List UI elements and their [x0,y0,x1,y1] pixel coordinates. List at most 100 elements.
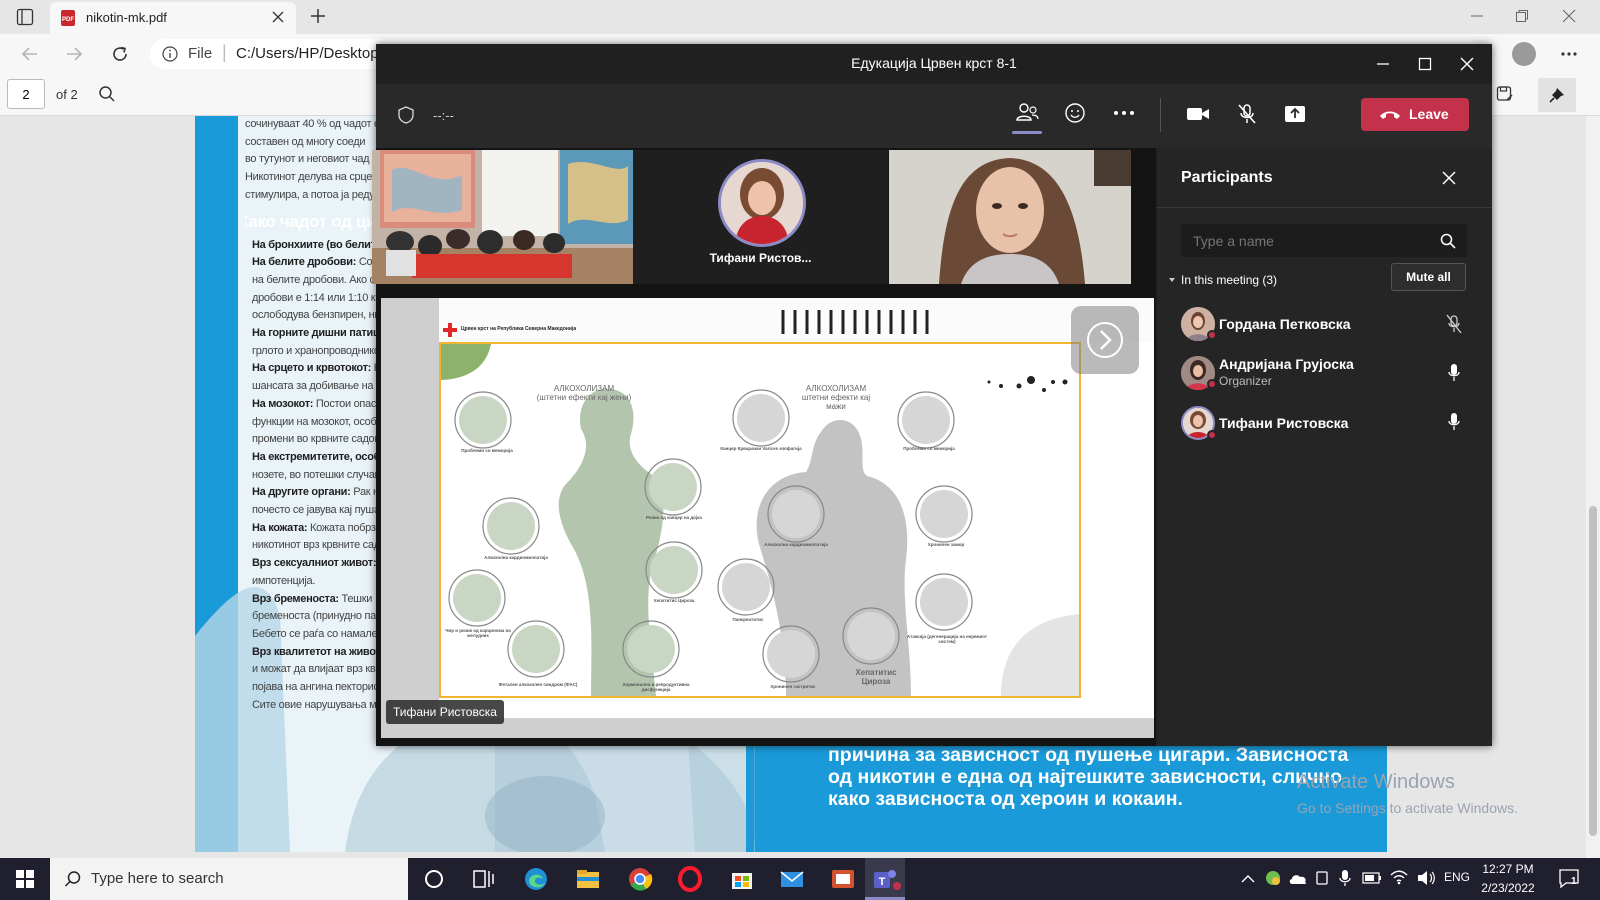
mail-icon[interactable] [779,866,805,892]
scrollbar-thumb[interactable] [1589,506,1597,836]
edge-icon[interactable] [523,866,549,892]
slide-tally-marks [781,310,929,334]
slide-label-right: Проблеми со меморија [903,446,955,451]
teams-close-icon[interactable] [1460,57,1474,71]
teams-taskbar-button[interactable]: T [865,858,905,900]
svg-text:PDF: PDF [62,17,74,23]
store-icon[interactable] [729,866,755,892]
pdf-line-bold: На кожата: [252,521,308,534]
taskbar-search-box[interactable]: Type here to search [50,858,408,900]
more-options-icon[interactable] [1560,46,1578,62]
participant-name: Андријана Грујоска [1219,356,1354,372]
restore-icon[interactable] [1515,9,1529,23]
minimize-icon[interactable] [1470,9,1484,23]
tray-app-icon[interactable] [1264,869,1282,887]
file-explorer-icon[interactable] [575,866,601,892]
pdf-line-bold: Врз сексуалниот живот: [252,557,377,570]
teams-title-bar: Едукација Црвен крст 8-1 [376,44,1492,84]
onedrive-icon[interactable] [1288,870,1308,886]
task-view-icon[interactable] [470,866,496,892]
show-hidden-icons-icon[interactable] [1241,874,1255,884]
cortana-icon[interactable] [421,866,447,892]
forward-icon[interactable] [64,44,84,64]
pin-toolbar-button[interactable] [1538,78,1576,112]
pdf-line-bold: На екстремитетите, особе [252,450,386,463]
tab-actions-icon[interactable] [16,8,34,26]
pdf-line-bold: На срцето и крвотокот: [252,362,372,375]
pdf-line-bold: На белите дробови: [252,256,357,269]
leave-label: Leave [1409,106,1449,122]
vertical-scrollbar[interactable] [1586,116,1600,858]
mic-muted-icon[interactable] [1237,103,1257,125]
self-video-tile[interactable] [889,150,1131,284]
input-language[interactable]: ENG [1444,870,1470,884]
participants-title: Participants [1181,169,1273,186]
mute-all-button[interactable]: Mute all [1391,263,1466,291]
participant-name: Гордана Петковска [1219,316,1351,332]
classroom-video [372,150,633,284]
next-slide-button[interactable] [1071,306,1139,374]
url-scheme-label: File [188,45,213,62]
share-screen-icon[interactable] [1284,104,1306,124]
close-window-icon[interactable] [1562,9,1576,23]
page-number-input[interactable] [7,79,45,109]
pdf-line-bold: Врз квалитетот на живот [252,645,381,658]
participant-row[interactable]: Андријана Грујоска Organizer [1157,348,1492,396]
slide-label-right: Алкохолна кардиомиопатија [764,542,828,547]
tray-mic-icon[interactable] [1338,868,1352,888]
camera-icon[interactable] [1186,105,1210,123]
battery-icon[interactable] [1362,872,1382,884]
browser-tab-bar: PDF nikotin-mk.pdf [0,0,1600,34]
show-participants-icon[interactable] [1012,102,1042,134]
slide-label-right: Хепатитис Цироза [855,668,897,686]
classroom-video-tile[interactable] [372,150,633,284]
mic-muted-icon [1446,314,1462,334]
start-button[interactable] [16,870,34,888]
refresh-icon[interactable] [110,44,130,64]
back-icon[interactable] [20,44,40,64]
chrome-icon[interactable] [627,866,653,892]
opera-icon[interactable] [677,866,703,892]
device-icon[interactable] [1314,869,1330,887]
mic-icon [1448,364,1460,381]
clock-date: 2/23/2022 [1481,881,1535,895]
office-app-icon[interactable] [830,866,856,892]
pdf-line-text: бременоста (принудно пасив [252,610,393,623]
taskbar-clock[interactable]: 12:27 PM 2/23/2022 [1472,860,1544,898]
participant-search-input[interactable] [1181,224,1431,257]
close-tab-icon[interactable] [272,11,284,23]
teams-maximize-icon[interactable] [1418,57,1432,71]
chevron-down-icon[interactable] [1168,276,1176,284]
tab-nikotin-pdf[interactable]: PDF nikotin-mk.pdf [50,2,296,34]
notifications-button[interactable]: 1 [1558,868,1580,888]
search-icon[interactable] [98,85,116,103]
reactions-icon[interactable] [1064,102,1088,124]
more-actions-icon[interactable] [1113,110,1135,116]
participant-row[interactable]: Тифани Ристовска [1157,396,1492,444]
close-panel-icon[interactable] [1442,171,1456,185]
pdf-line-bold: Врз бременоста: [252,592,339,605]
activate-windows-watermark: Activate Windows [1297,771,1455,793]
participant-row[interactable]: Гордана Петковска [1157,300,1492,348]
pdf-line-text: Сите овие нарушувања може [252,698,395,711]
slide-label-right: Атаксија (дегенерација на нервниот систе… [906,634,988,644]
search-icon[interactable] [1440,233,1456,249]
red-cross-icon [443,323,457,337]
meeting-timer: --:-- [433,108,454,123]
svg-text:T: T [879,876,886,888]
shield-icon[interactable] [398,106,414,124]
participant-tile-tifani[interactable]: Тифани Ристов... [633,150,888,284]
teams-minimize-icon[interactable] [1376,58,1390,70]
new-tab-icon[interactable] [310,8,326,24]
pdf-line-text: ослободува бензпирен, нитро [252,309,397,322]
leave-button[interactable]: Leave [1361,98,1469,131]
pdf-line-bold: На горните дишни патиш [252,327,382,340]
profile-avatar[interactable] [1512,42,1536,66]
in-meeting-section[interactable]: In this meeting (3) [1181,273,1277,287]
volume-icon[interactable] [1416,869,1436,887]
save-icon[interactable] [1496,85,1514,103]
tifani-tile-avatar [718,159,806,247]
participant-search[interactable] [1181,224,1467,257]
info-icon[interactable] [162,46,178,62]
wifi-icon[interactable] [1390,869,1408,885]
